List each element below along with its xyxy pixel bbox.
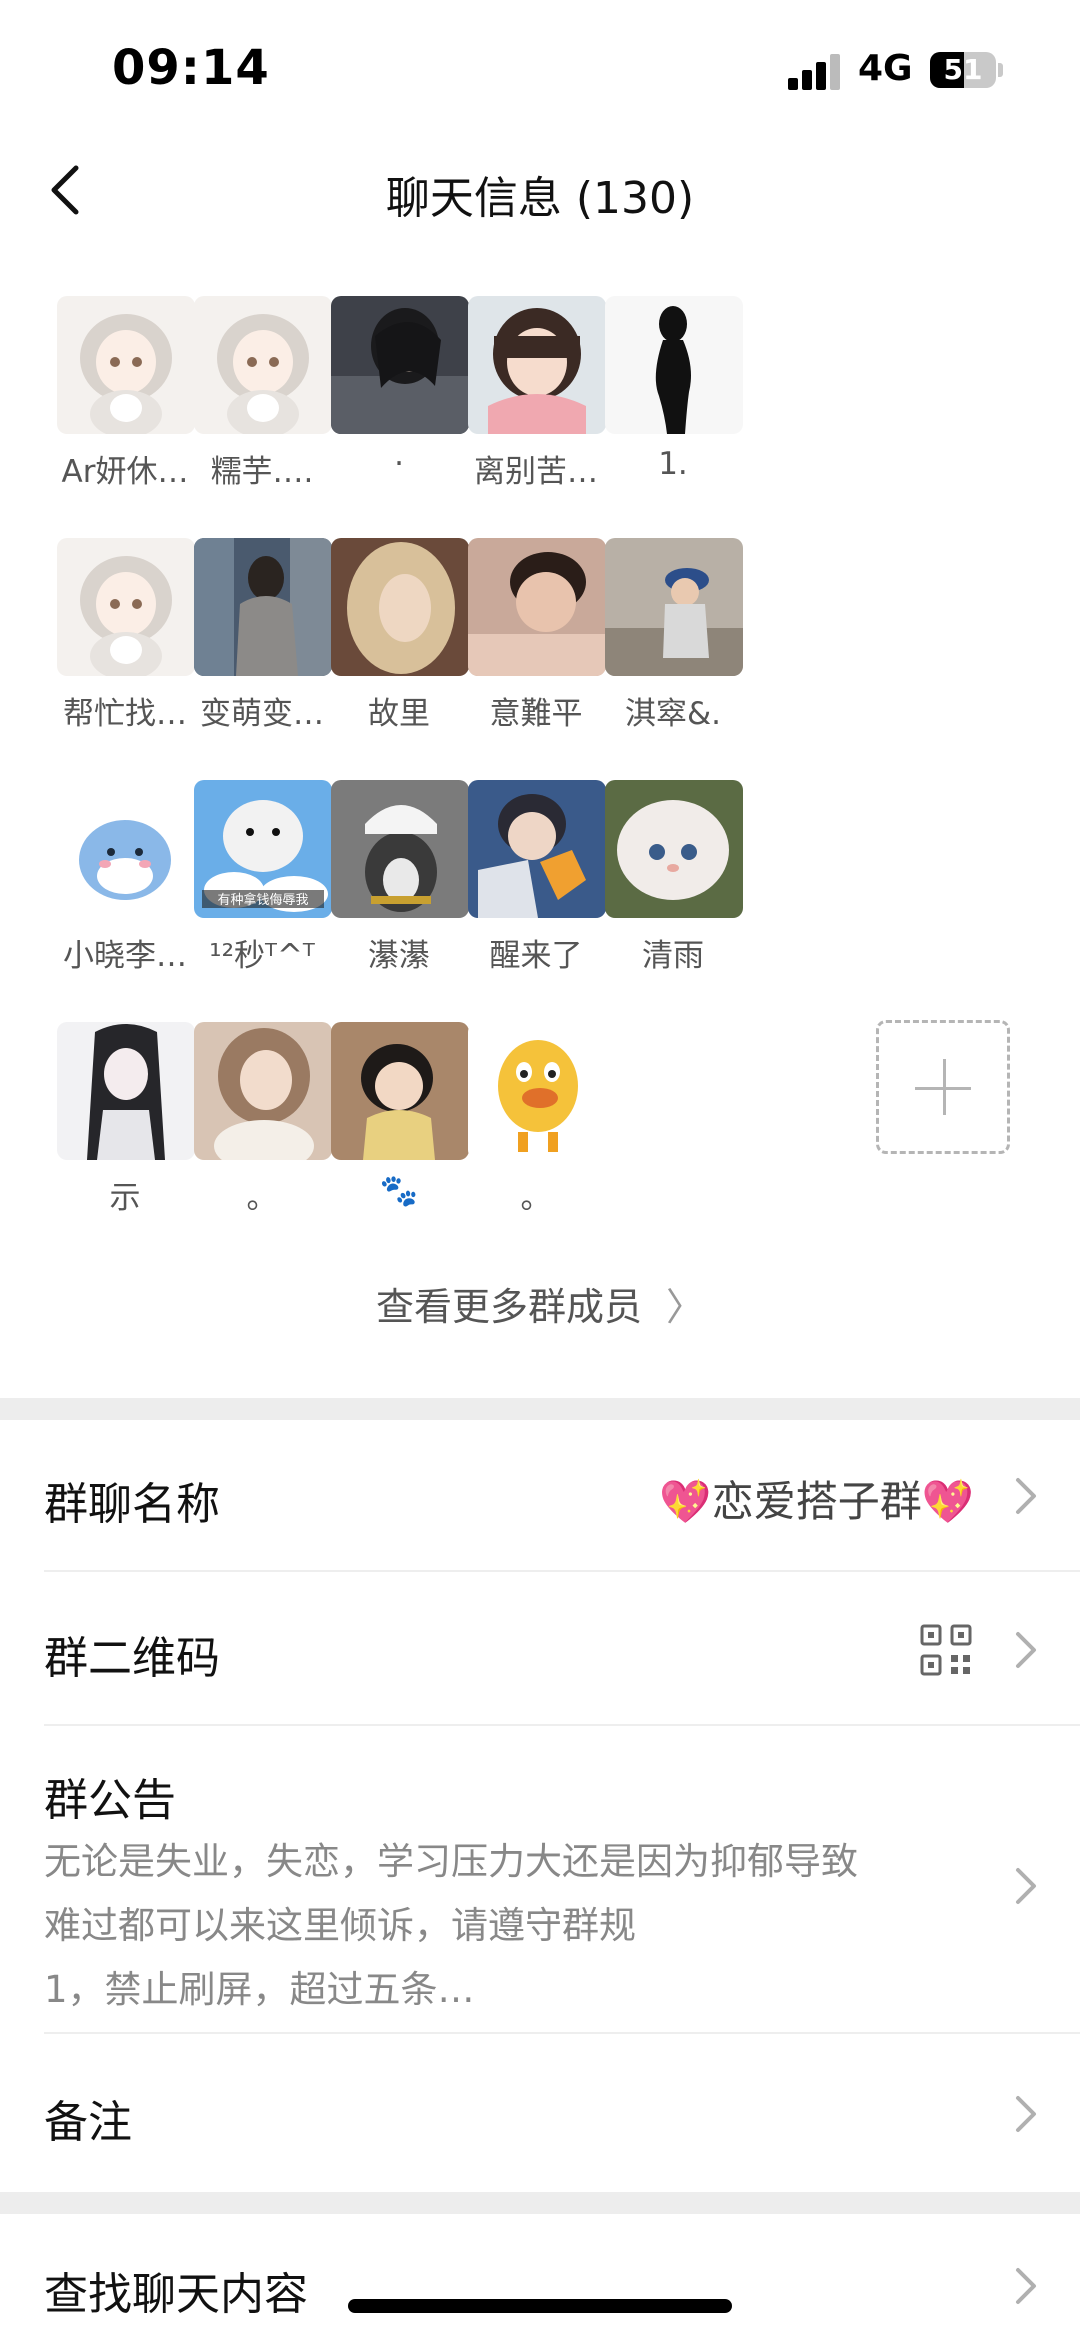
member-name: 淇窣&.	[624, 696, 722, 732]
chevron-right-icon	[1016, 1632, 1036, 1668]
member-item[interactable]: 。	[411, 1022, 615, 1232]
member-item[interactable]: 清雨	[548, 780, 752, 990]
member-item[interactable]: 淇窣&.	[548, 538, 752, 748]
battery-level: 51	[943, 53, 983, 86]
avatar	[468, 1022, 606, 1160]
add-member-button[interactable]	[876, 1020, 1010, 1154]
chevron-right-icon	[1016, 2268, 1036, 2304]
search-chat-label: 查找聊天内容	[44, 2269, 308, 2320]
status-time: 09:14	[112, 40, 270, 96]
status-bar: 09:14 4G 51	[0, 0, 1080, 140]
chevron-right-icon: 〉	[666, 1285, 705, 1329]
remark-row[interactable]: 备注	[0, 2034, 1080, 2192]
member-name: 1.	[658, 446, 688, 482]
qr-code-icon	[920, 1624, 972, 1676]
group-name-row[interactable]: 群聊名称 💖恋爱搭子群💖	[0, 1420, 1080, 1572]
group-notice-label: 群公告	[44, 1775, 176, 1826]
remark-label: 备注	[44, 2097, 132, 2148]
member-name: 清雨	[642, 938, 704, 974]
search-chat-row[interactable]: 查找聊天内容	[0, 2214, 1080, 2337]
chevron-right-icon	[1016, 2096, 1036, 2132]
section-separator	[0, 1398, 1080, 1420]
home-indicator[interactable]	[348, 2299, 732, 2313]
chevron-right-icon	[1016, 1868, 1036, 1904]
avatar	[605, 296, 743, 434]
member-name: 。	[520, 1180, 552, 1216]
view-more-members-link[interactable]: 查看更多群成员〉	[0, 1276, 1080, 1331]
battery-cap	[998, 63, 1003, 77]
view-more-label: 查看更多群成员	[375, 1285, 642, 1329]
section-separator	[0, 2192, 1080, 2214]
avatar	[605, 780, 743, 918]
qr-code-row[interactable]: 群二维码	[0, 1572, 1080, 1726]
group-notice-text: 无论是失业，失恋，学习压力大还是因为抑郁导致 难过都可以来这里倾诉，请遵守群规 …	[44, 1840, 858, 2011]
avatar	[605, 538, 743, 676]
group-name-label: 群聊名称	[44, 1479, 220, 1530]
group-notice-row[interactable]: 群公告 无论是失业，失恋，学习压力大还是因为抑郁导致 难过都可以来这里倾诉，请遵…	[0, 1726, 1080, 2034]
page-title: 聊天信息 (130)	[385, 173, 695, 224]
nav-bar: 聊天信息 (130)	[0, 140, 1080, 240]
qr-code-label: 群二维码	[44, 1633, 220, 1684]
battery-icon: 51	[930, 52, 996, 88]
network-label: 4G	[858, 48, 913, 89]
member-item[interactable]: 1.	[548, 296, 752, 506]
chevron-right-icon	[1016, 1478, 1036, 1514]
signal-icon	[788, 52, 844, 90]
group-name-value: 💖恋爱搭子群💖	[659, 1477, 974, 1526]
